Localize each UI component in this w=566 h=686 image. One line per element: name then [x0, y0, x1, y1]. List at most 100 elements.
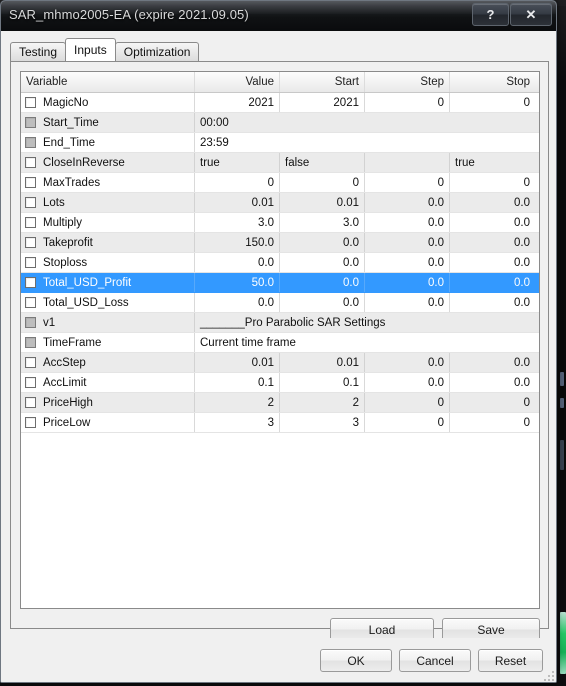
checkbox-total_usd_profit[interactable] [25, 277, 36, 288]
step-cell[interactable]: 0.0 [365, 273, 450, 292]
checkbox-lots[interactable] [25, 197, 36, 208]
step-cell[interactable]: 0.0 [365, 233, 450, 252]
table-row[interactable]: Total_USD_Loss 0.0 0.0 0.0 0.0 [21, 293, 539, 313]
tab-inputs[interactable]: Inputs [65, 38, 116, 61]
table-row[interactable]: AccLimit 0.1 0.1 0.0 0.0 [21, 373, 539, 393]
value-cell[interactable]: 0.01 [195, 353, 280, 372]
step-cell[interactable] [365, 153, 450, 172]
tab-optimization[interactable]: Optimization [114, 42, 200, 61]
value-cell[interactable]: 0.0 [195, 253, 280, 272]
stop-cell[interactable]: 0.0 [450, 213, 535, 232]
step-cell[interactable]: 0 [365, 393, 450, 412]
tab-testing[interactable]: Testing [10, 42, 67, 61]
checkbox-takeprofit[interactable] [25, 237, 36, 248]
start-cell[interactable]: 0.0 [280, 293, 365, 312]
variable-cell[interactable]: CloseInReverse [21, 153, 195, 172]
checkbox-maxtrades[interactable] [25, 177, 36, 188]
variable-cell[interactable]: TimeFrame [21, 333, 195, 352]
value-cell[interactable]: Current time frame [195, 333, 539, 352]
start-cell[interactable]: false [280, 153, 365, 172]
start-cell[interactable]: 0.01 [280, 353, 365, 372]
table-row[interactable]: Total_USD_Profit 50.0 0.0 0.0 0.0 [21, 273, 539, 293]
table-row[interactable]: TimeFrame Current time frame [21, 333, 539, 353]
resize-grip-icon[interactable] [542, 669, 554, 681]
checkbox-pricelow[interactable] [25, 417, 36, 428]
inputs-grid[interactable]: Variable Value Start Step Stop MagicNo 20… [20, 71, 540, 609]
variable-cell[interactable]: MagicNo [21, 93, 195, 112]
variable-cell[interactable]: MaxTrades [21, 173, 195, 192]
column-header-stop[interactable]: Stop [450, 72, 535, 92]
start-cell[interactable]: 0.01 [280, 193, 365, 212]
variable-cell[interactable]: Total_USD_Loss [21, 293, 195, 312]
reset-button[interactable]: Reset [478, 649, 543, 672]
table-row[interactable]: End_Time 23:59 [21, 133, 539, 153]
variable-cell[interactable]: Takeprofit [21, 233, 195, 252]
stop-cell[interactable]: 0.0 [450, 373, 535, 392]
title-bar[interactable]: SAR_mhmo2005-EA (expire 2021.09.05) ? ✕ [1, 1, 556, 32]
checkbox-magicno[interactable] [25, 97, 36, 108]
step-cell[interactable]: 0 [365, 173, 450, 192]
close-button[interactable]: ✕ [510, 3, 552, 26]
stop-cell[interactable]: true [450, 153, 535, 172]
value-cell[interactable]: 2021 [195, 93, 280, 112]
table-row[interactable]: v1 _______Pro Parabolic SAR Settings [21, 313, 539, 333]
start-cell[interactable]: 3.0 [280, 213, 365, 232]
stop-cell[interactable]: 0.0 [450, 193, 535, 212]
start-cell[interactable]: 2 [280, 393, 365, 412]
value-cell[interactable]: 0.1 [195, 373, 280, 392]
ok-button[interactable]: OK [320, 649, 392, 672]
variable-cell[interactable]: End_Time [21, 133, 195, 152]
table-row[interactable]: MagicNo 2021 2021 0 0 [21, 93, 539, 113]
table-row[interactable]: Start_Time 00:00 [21, 113, 539, 133]
stop-cell[interactable]: 0 [450, 393, 535, 412]
checkbox-stoploss[interactable] [25, 257, 36, 268]
cancel-button[interactable]: Cancel [399, 649, 471, 672]
table-row[interactable]: PriceHigh 2 2 0 0 [21, 393, 539, 413]
value-cell[interactable]: 00:00 [195, 113, 539, 132]
table-row[interactable]: Takeprofit 150.0 0.0 0.0 0.0 [21, 233, 539, 253]
variable-cell[interactable]: Start_Time [21, 113, 195, 132]
column-header-value[interactable]: Value [195, 72, 280, 92]
value-cell[interactable]: 0.01 [195, 193, 280, 212]
start-cell[interactable]: 0.0 [280, 253, 365, 272]
variable-cell[interactable]: Total_USD_Profit [21, 273, 195, 292]
value-cell[interactable]: 23:59 [195, 133, 539, 152]
table-row[interactable]: PriceLow 3 3 0 0 [21, 413, 539, 433]
checkbox-accstep[interactable] [25, 357, 36, 368]
variable-cell[interactable]: Multiply [21, 213, 195, 232]
step-cell[interactable]: 0 [365, 93, 450, 112]
variable-cell[interactable]: Stoploss [21, 253, 195, 272]
step-cell[interactable]: 0.0 [365, 193, 450, 212]
step-cell[interactable]: 0.0 [365, 213, 450, 232]
value-cell[interactable]: true [195, 153, 280, 172]
step-cell[interactable]: 0.0 [365, 373, 450, 392]
start-cell[interactable]: 2021 [280, 93, 365, 112]
stop-cell[interactable]: 0.0 [450, 293, 535, 312]
checkbox-closeinreverse[interactable] [25, 157, 36, 168]
stop-cell[interactable]: 0.0 [450, 253, 535, 272]
value-cell[interactable]: 50.0 [195, 273, 280, 292]
table-row[interactable]: Stoploss 0.0 0.0 0.0 0.0 [21, 253, 539, 273]
stop-cell[interactable]: 0 [450, 93, 535, 112]
variable-cell[interactable]: AccLimit [21, 373, 195, 392]
table-row[interactable]: CloseInReverse true false true [21, 153, 539, 173]
checkbox-total_usd_loss[interactable] [25, 297, 36, 308]
variable-cell[interactable]: AccStep [21, 353, 195, 372]
column-header-step[interactable]: Step [365, 72, 450, 92]
table-row[interactable]: Lots 0.01 0.01 0.0 0.0 [21, 193, 539, 213]
stop-cell[interactable]: 0.0 [450, 353, 535, 372]
step-cell[interactable]: 0.0 [365, 253, 450, 272]
value-cell[interactable]: 150.0 [195, 233, 280, 252]
column-header-start[interactable]: Start [280, 72, 365, 92]
table-row[interactable]: MaxTrades 0 0 0 0 [21, 173, 539, 193]
stop-cell[interactable]: 0 [450, 413, 535, 432]
variable-cell[interactable]: PriceHigh [21, 393, 195, 412]
step-cell[interactable]: 0 [365, 413, 450, 432]
table-row[interactable]: AccStep 0.01 0.01 0.0 0.0 [21, 353, 539, 373]
checkbox-pricehigh[interactable] [25, 397, 36, 408]
stop-cell[interactable]: 0 [450, 173, 535, 192]
table-row[interactable]: Multiply 3.0 3.0 0.0 0.0 [21, 213, 539, 233]
start-cell[interactable]: 0.1 [280, 373, 365, 392]
help-button[interactable]: ? [472, 3, 509, 26]
checkbox-acclimit[interactable] [25, 377, 36, 388]
